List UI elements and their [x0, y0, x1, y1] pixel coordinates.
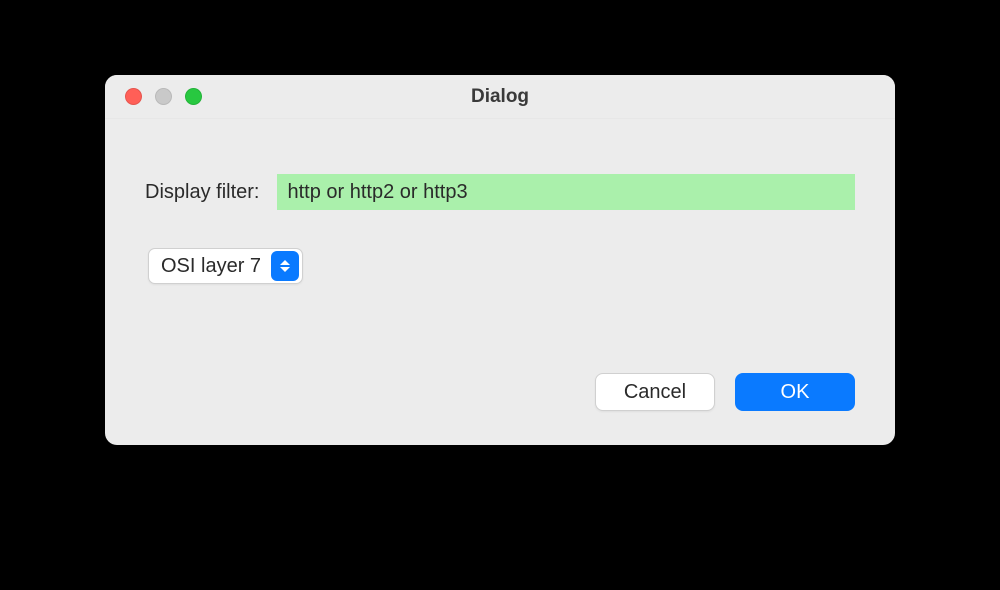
osi-layer-select-value: OSI layer 7 — [161, 255, 271, 278]
maximize-icon[interactable] — [185, 88, 202, 105]
display-filter-input[interactable] — [277, 174, 855, 210]
dialog-content: Display filter: OSI layer 7 — [105, 119, 895, 314]
dialog-buttons: Cancel OK — [595, 373, 855, 411]
minimize-icon — [155, 88, 172, 105]
osi-layer-select-wrap: OSI layer 7 — [145, 248, 303, 284]
close-icon[interactable] — [125, 88, 142, 105]
dialog-window: Dialog Display filter: OSI layer 7 Cance… — [105, 75, 895, 445]
osi-layer-select[interactable]: OSI layer 7 — [148, 248, 303, 284]
display-filter-label: Display filter: — [145, 181, 259, 204]
select-stepper-icon[interactable] — [271, 251, 299, 281]
traffic-lights — [105, 88, 202, 105]
cancel-button[interactable]: Cancel — [595, 373, 715, 411]
chevron-down-icon — [280, 267, 290, 272]
chevron-up-icon — [280, 260, 290, 265]
window-title: Dialog — [105, 86, 895, 108]
ok-button[interactable]: OK — [735, 373, 855, 411]
titlebar: Dialog — [105, 75, 895, 119]
filter-row: Display filter: — [145, 174, 855, 210]
